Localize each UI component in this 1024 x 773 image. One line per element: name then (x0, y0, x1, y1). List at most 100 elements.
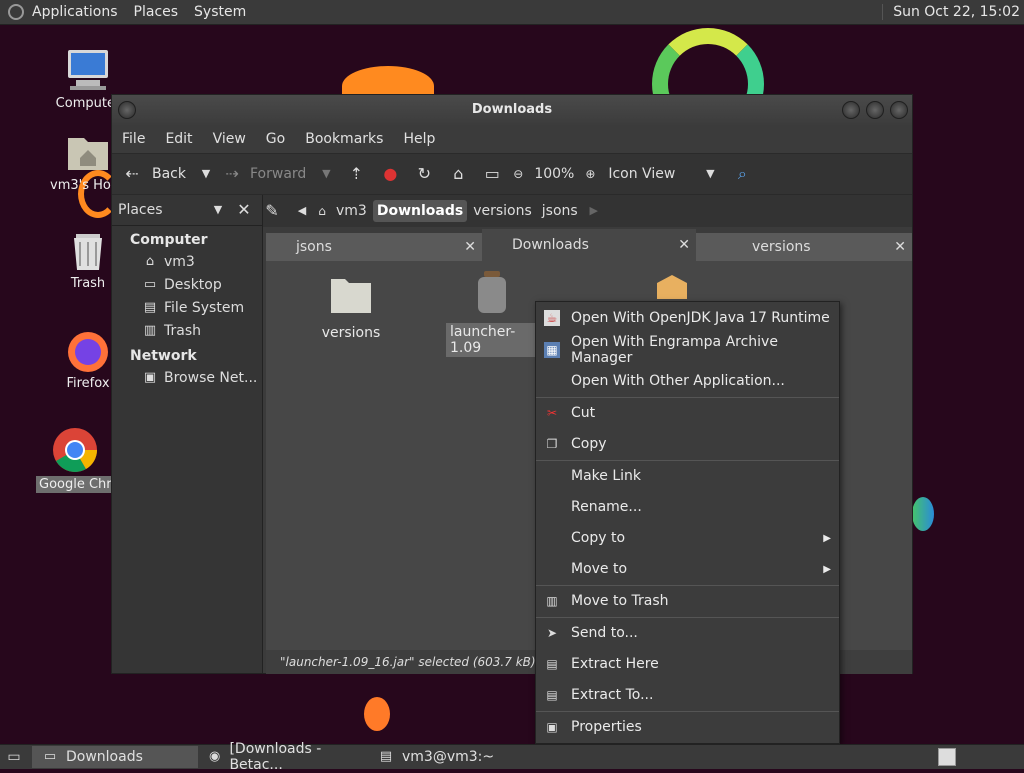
tab-close-icon[interactable]: ✕ (464, 233, 476, 261)
menu-separator (536, 585, 839, 586)
minimize-button[interactable] (842, 101, 860, 119)
desktop-icon-chrome[interactable]: Google Chrome (36, 426, 114, 493)
stop-icon[interactable]: ● (380, 164, 400, 184)
copy-icon: ❐ (546, 437, 558, 451)
menu-item-label: Copy to (571, 530, 626, 546)
sidebar-close-icon[interactable]: ✕ (234, 200, 254, 220)
menu-cut[interactable]: ✂ Cut (536, 399, 839, 427)
forward-history-dropdown-icon[interactable]: ▼ (316, 164, 336, 184)
breadcrumb-vm3[interactable]: vm3 (332, 200, 371, 222)
sidebar-header: Places ▼ ✕ (112, 195, 262, 226)
close-button[interactable] (890, 101, 908, 119)
menu-copy[interactable]: ❐ Copy (536, 430, 839, 458)
file-item-launcher-jar[interactable]: launcher-1.09 (446, 271, 538, 357)
menu-file[interactable]: File (112, 131, 155, 147)
tab-versions[interactable]: versions ✕ (696, 233, 912, 261)
java-icon: ☕ (544, 310, 560, 326)
menu-move-to-trash[interactable]: ▥ Move to Trash (536, 587, 839, 615)
menu-bookmarks[interactable]: Bookmarks (295, 131, 393, 147)
zoom-in-icon[interactable]: ⊕ (580, 164, 600, 184)
forward-label: Forward (250, 166, 307, 182)
search-icon[interactable]: ⌕ (732, 164, 752, 184)
file-item-versions[interactable]: versions (316, 275, 386, 341)
view-mode-select[interactable]: Icon View (608, 166, 700, 182)
task-terminal[interactable]: ▤ vm3@vm3:~ (368, 746, 502, 768)
maximize-button[interactable] (866, 101, 884, 119)
menu-view[interactable]: View (203, 131, 256, 147)
task-label: Downloads (66, 749, 143, 765)
submenu-arrow-icon: ▶ (823, 563, 831, 575)
menu-make-link[interactable]: Make Link (536, 462, 839, 490)
workspace-switcher[interactable] (938, 748, 956, 766)
breadcrumb-home-icon: ⌂ (318, 204, 326, 218)
sidebar-item-label: vm3 (164, 253, 195, 270)
menu-go[interactable]: Go (256, 131, 295, 147)
menu-edit[interactable]: Edit (155, 131, 202, 147)
menu-help[interactable]: Help (393, 131, 445, 147)
menu-item-label: Properties (571, 719, 642, 735)
network-icon: ▣ (143, 369, 157, 385)
tab-downloads[interactable]: Downloads ✕ (482, 229, 696, 261)
menu-send-to[interactable]: ➤ Send to... (536, 619, 839, 647)
menu-extract-to[interactable]: ▤ Extract To... (536, 681, 839, 709)
tab-close-icon[interactable]: ✕ (678, 229, 690, 261)
breadcrumb-left-arrow-icon[interactable]: ◀ (292, 201, 312, 221)
up-arrow-icon[interactable]: ⇡ (346, 164, 366, 184)
menubar: File Edit View Go Bookmarks Help (112, 125, 912, 153)
menu-places[interactable]: Places (126, 4, 187, 20)
menu-applications[interactable]: Applications (24, 4, 126, 20)
breadcrumb-versions[interactable]: versions (469, 200, 536, 222)
menu-separator (536, 617, 839, 618)
menu-rename[interactable]: Rename... (536, 493, 839, 521)
forward-button[interactable]: ⇢ Forward (222, 164, 306, 184)
tab-jsons[interactable]: jsons ✕ (266, 233, 482, 261)
breadcrumb-downloads[interactable]: Downloads (372, 200, 468, 222)
scissors-icon: ✂ (546, 406, 558, 420)
window-titlebar[interactable]: Downloads (112, 95, 912, 125)
menu-item-label: Extract To... (571, 687, 654, 703)
sidebar-item-label: Browse Net... (164, 369, 258, 386)
taskbar: ▭ ▭ Downloads ◉ [Downloads - Betac... ▤ … (0, 741, 1024, 773)
back-button[interactable]: ⇠ Back (122, 164, 186, 184)
sidebar-places-select[interactable]: Places (118, 202, 208, 218)
breadcrumb-right-arrow-icon[interactable]: ▶ (584, 201, 604, 221)
sidebar-item-browse-network[interactable]: ▣ Browse Net... (112, 366, 262, 389)
task-chrome[interactable]: ◉ [Downloads - Betac... (198, 741, 368, 773)
task-downloads[interactable]: ▭ Downloads (32, 746, 198, 768)
menu-item-label: Make Link (571, 468, 641, 484)
menu-move-to[interactable]: Move to ▶ (536, 555, 839, 583)
sidebar-item-desktop[interactable]: ▭ Desktop (112, 273, 262, 296)
extract-icon: ▤ (546, 657, 558, 671)
forward-arrow-icon: ⇢ (225, 164, 239, 183)
wallpaper-orange-drop (364, 697, 390, 731)
computer-toolbar-icon[interactable]: ▭ (482, 164, 502, 184)
menu-system[interactable]: System (186, 4, 254, 20)
breadcrumb-jsons[interactable]: jsons (538, 200, 582, 222)
firefox-icon (64, 326, 112, 374)
menu-open-with-engrampa[interactable]: ▦ Open With Engrampa Archive Manager (536, 334, 839, 366)
menu-copy-to[interactable]: Copy to ▶ (536, 524, 839, 552)
menu-extract-here[interactable]: ▤ Extract Here (536, 650, 839, 678)
clock[interactable]: Sun Oct 22, 15:02 (882, 4, 1020, 20)
sidebar-item-label: Trash (164, 322, 201, 339)
edit-location-icon[interactable]: ✎ (262, 201, 282, 221)
sidebar-item-file-system[interactable]: ▤ File System (112, 296, 262, 319)
zoom-out-icon[interactable]: ⊖ (508, 164, 528, 184)
sidebar-dropdown-icon[interactable]: ▼ (208, 200, 228, 220)
system-logo-icon[interactable] (8, 4, 24, 20)
sidebar-item-trash[interactable]: ▥ Trash (112, 319, 262, 342)
back-history-dropdown-icon[interactable]: ▼ (196, 164, 216, 184)
file-label: launcher-1.09 (446, 323, 538, 357)
sidebar-item-label: Desktop (164, 276, 222, 293)
menu-open-with-java[interactable]: ☕ Open With OpenJDK Java 17 Runtime (536, 304, 839, 332)
home-icon[interactable]: ⌂ (448, 164, 468, 184)
menu-separator (536, 460, 839, 461)
sidebar-item-vm3[interactable]: ⌂ vm3 (112, 250, 262, 273)
reload-icon[interactable]: ↻ (414, 164, 434, 184)
show-desktop-icon[interactable]: ▭ (4, 747, 24, 767)
menu-properties[interactable]: ▣ Properties (536, 713, 839, 741)
tab-close-icon[interactable]: ✕ (894, 233, 906, 261)
menu-item-label: Open With OpenJDK Java 17 Runtime (571, 310, 830, 326)
menu-open-with-other[interactable]: Open With Other Application... (536, 367, 839, 395)
view-mode-dropdown-icon[interactable]: ▼ (700, 164, 720, 184)
